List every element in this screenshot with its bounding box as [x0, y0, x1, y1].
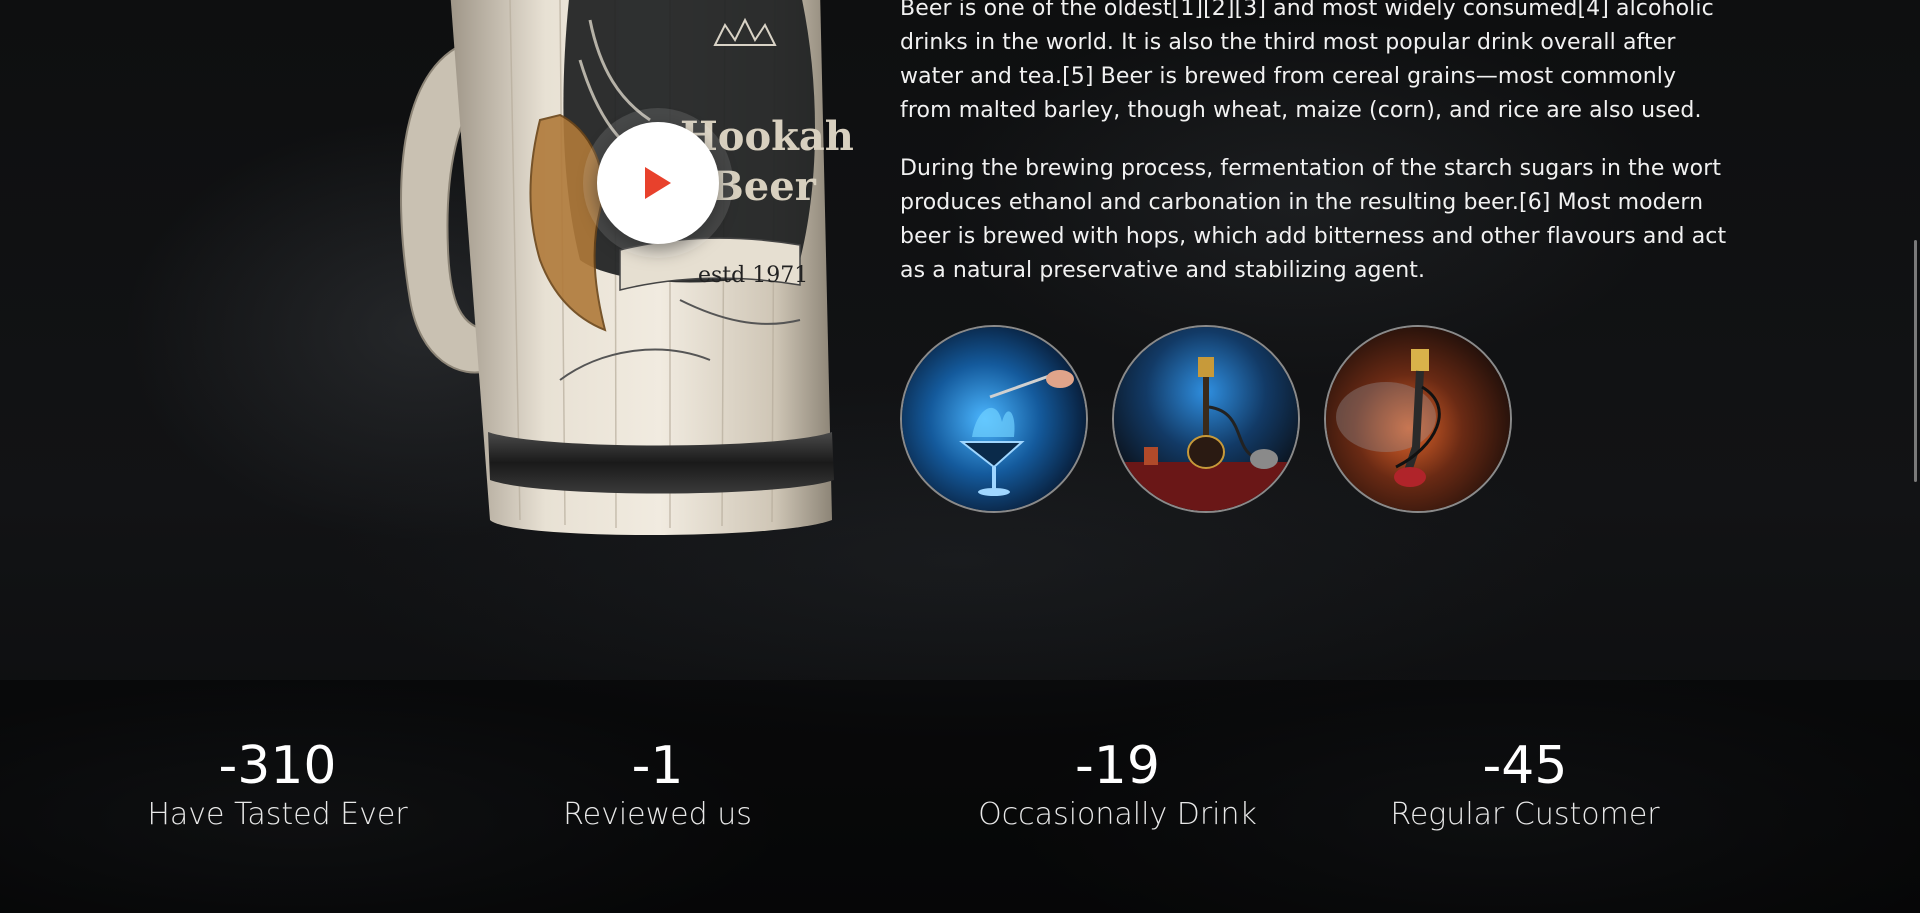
- gallery-thumb-cocktail[interactable]: [900, 325, 1088, 513]
- mug-established: estd 1971: [698, 263, 808, 288]
- stat-occasional-label: Occasionally Drink: [978, 797, 1257, 832]
- gallery-thumb-hookah[interactable]: [1112, 325, 1300, 513]
- stat-occasional-number: -19: [1075, 736, 1160, 796]
- stat-reviewed-label: Reviewed us: [563, 797, 752, 832]
- about-paragraph-2: During the brewing process, fermentation…: [900, 156, 1727, 283]
- stat-occasional: -19 Occasionally Drink: [955, 735, 1280, 833]
- cocktail-photo-icon: [902, 327, 1086, 511]
- stat-regular-number: -45: [1482, 736, 1568, 796]
- hookah-smoke-photo-icon: [1326, 327, 1510, 511]
- gallery-thumb-hookah-smoke[interactable]: [1324, 325, 1512, 513]
- beer-mug-image: Hookah Beer estd 1971: [380, 0, 900, 560]
- about-paragraph-1: Beer is one of the oldest[1][2][3] and m…: [900, 0, 1714, 123]
- stat-tasted: -310 Have Tasted Ever: [130, 735, 425, 833]
- stat-tasted-label: Have Tasted Ever: [147, 797, 408, 832]
- scrollbar-thumb[interactable]: [1914, 240, 1917, 482]
- stat-reviewed: -1 Reviewed us: [540, 735, 775, 833]
- hookah-photo-icon: [1114, 327, 1298, 511]
- play-icon: [645, 167, 671, 199]
- page-scrollbar[interactable]: [1910, 0, 1920, 913]
- stat-reviewed-number: -1: [631, 736, 684, 796]
- stat-tasted-number: -310: [218, 736, 337, 796]
- mug-brand-line2: Beer: [710, 163, 817, 210]
- stat-regular-label: Regular Customer: [1390, 797, 1660, 832]
- stat-regular: -45 Regular Customer: [1365, 735, 1685, 833]
- beer-mug-illustration: Hookah Beer estd 1971: [400, 0, 854, 535]
- play-video-button[interactable]: [597, 122, 719, 244]
- about-text: Beer is one of the oldest[1][2][3] and m…: [900, 0, 1730, 312]
